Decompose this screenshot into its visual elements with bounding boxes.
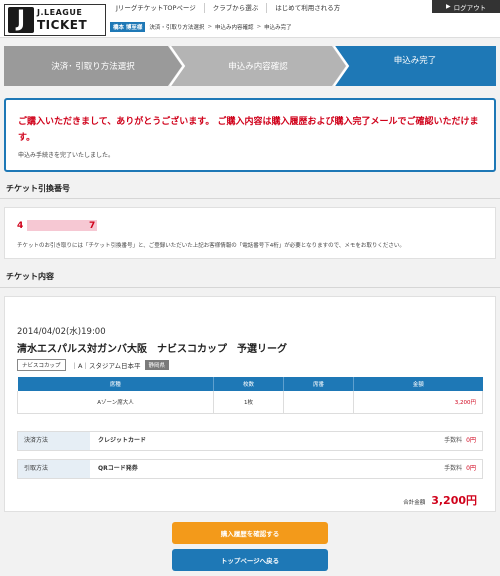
breadcrumb-separator: >	[207, 24, 213, 30]
top-nav: JリーグチケットTOPページ クラブから選ぶ はじめて利用される方	[110, 0, 348, 16]
header-seat-no: 席番	[283, 377, 354, 391]
pickup-method-label: 引取方法	[18, 460, 90, 478]
logo-text-line2: TICKET	[37, 18, 88, 32]
payment-method-value: クレジットカード	[98, 437, 147, 444]
divider	[0, 287, 500, 288]
step-arrow-shape	[334, 46, 496, 86]
completion-message: ご購入いただきまして、ありがとうございます。 ご購入内容は購入履歴および購入完了…	[4, 98, 496, 172]
view-purchase-history-button[interactable]: 購入履歴を確認する	[172, 522, 328, 544]
prefecture-badge: 静岡県	[144, 360, 170, 370]
exchange-note: チケットのお引き取りには「チケット引換番号」と、ご登録いただいた上記お客様情報の…	[17, 243, 405, 249]
logo-text-line1: J.LEAGUE	[37, 8, 83, 17]
total-value: 3,200円	[431, 494, 477, 507]
total-label: 合計金額	[403, 500, 426, 506]
cell-price: 3,200円	[353, 391, 483, 414]
logo-j-mark: J	[8, 7, 34, 33]
header: J J.LEAGUE TICKET JリーグチケットTOPページ クラブから選ぶ…	[0, 0, 500, 38]
cell-seat-type: Aゾーン席大人	[17, 391, 214, 414]
pickup-method-row: 引取方法 QRコード発券 手数料 0円	[17, 459, 483, 479]
fee-value: 0円	[466, 465, 476, 472]
ticket-content-card: 2014/04/02(水)19:00 清水エスパルス対ガンバ大阪 ナビスコカップ…	[4, 296, 496, 512]
breadcrumb-item[interactable]: 決済・引取り方法選択	[149, 23, 204, 31]
completion-sub-text: 申込み手続きを完了いたしました。	[18, 152, 115, 159]
competition-tag: ナビスコカップ	[17, 359, 66, 371]
nav-link-club[interactable]: クラブから選ぶ	[205, 3, 268, 13]
back-to-top-button[interactable]: トップページへ戻る	[172, 549, 328, 571]
payment-method-label: 決済方法	[18, 432, 90, 450]
breadcrumb: 橋本 博至様 決済・引取り方法選択 > 申込み内容確認 > 申込み完了	[110, 22, 295, 32]
nav-link-first-time[interactable]: はじめて利用される方	[267, 3, 348, 13]
logout-button[interactable]: ▶ ログアウト	[432, 0, 500, 13]
step-confirm: 申込み内容確認	[170, 46, 346, 86]
step-label: 申込み完了	[393, 56, 437, 66]
event-date: 2014/04/02(水)19:00	[17, 327, 106, 337]
completion-main-text: ご購入いただきまして、ありがとうございます。 ご購入内容は購入履歴および購入完了…	[18, 117, 479, 143]
venue: ｜A｜スタジアム日本平	[71, 362, 141, 370]
header-seat-type: 席種	[17, 377, 214, 391]
payment-method-row: 決済方法 クレジットカード 手数料 0円	[17, 431, 483, 451]
table-row: Aゾーン席大人 1枚 3,200円	[17, 391, 483, 414]
step-label: 決済･ 引取り方法選択	[51, 62, 135, 72]
exchange-number-mask	[27, 220, 97, 231]
total-amount: 合計金額 3,200円	[403, 492, 477, 508]
fee-label: 手数料	[444, 437, 463, 444]
event-title: 清水エスパルス対ガンバ大阪 ナビスコカップ 予選リーグ	[17, 344, 287, 355]
user-badge: 橋本 博至様	[110, 22, 146, 32]
step-payment-method: 決済･ 引取り方法選択	[4, 46, 182, 86]
seat-table-header: 席種 枚数 席番 金額	[17, 377, 483, 391]
header-price: 金額	[353, 377, 483, 391]
pickup-method-value: QRコード発券	[98, 465, 138, 472]
step-label: 申込み内容確認	[228, 62, 288, 72]
cell-seat-no	[283, 391, 354, 414]
logout-label: ログアウト	[453, 3, 487, 12]
event-meta: ナビスコカップ ｜A｜スタジアム日本平 静岡県	[17, 359, 170, 371]
jleague-ticket-logo[interactable]: J J.LEAGUE TICKET	[4, 4, 106, 36]
fee-label: 手数料	[444, 465, 463, 472]
breadcrumb-item-current: 申込み完了	[264, 25, 292, 31]
exchange-number-card: 4 7 チケットのお引き取りには「チケット引換番号」と、ご登録いただいた上記お客…	[4, 207, 496, 259]
pickup-fee: 手数料 0円	[444, 460, 476, 478]
breadcrumb-item[interactable]: 申込み内容確認	[215, 23, 254, 31]
cell-count: 1枚	[213, 391, 284, 414]
seat-table: 席種 枚数 席番 金額 Aゾーン席大人 1枚 3,200円	[17, 377, 483, 414]
nav-link-top[interactable]: JリーグチケットTOPページ	[110, 3, 205, 13]
divider	[0, 198, 500, 199]
breadcrumb-separator: >	[256, 24, 262, 30]
exchange-number-first: 4	[17, 221, 25, 231]
fee-value: 0円	[466, 437, 476, 444]
section-title-content: チケット内容	[6, 272, 54, 281]
section-title-exchange: チケット引換番号	[6, 184, 70, 193]
progress-steps: 決済･ 引取り方法選択 申込み内容確認 申込み完了	[4, 46, 496, 86]
logout-icon: ▶	[445, 3, 451, 10]
header-count: 枚数	[213, 377, 284, 391]
step-complete: 申込み完了	[334, 46, 496, 86]
payment-fee: 手数料 0円	[444, 432, 476, 450]
exchange-number-last: 7	[89, 221, 97, 231]
